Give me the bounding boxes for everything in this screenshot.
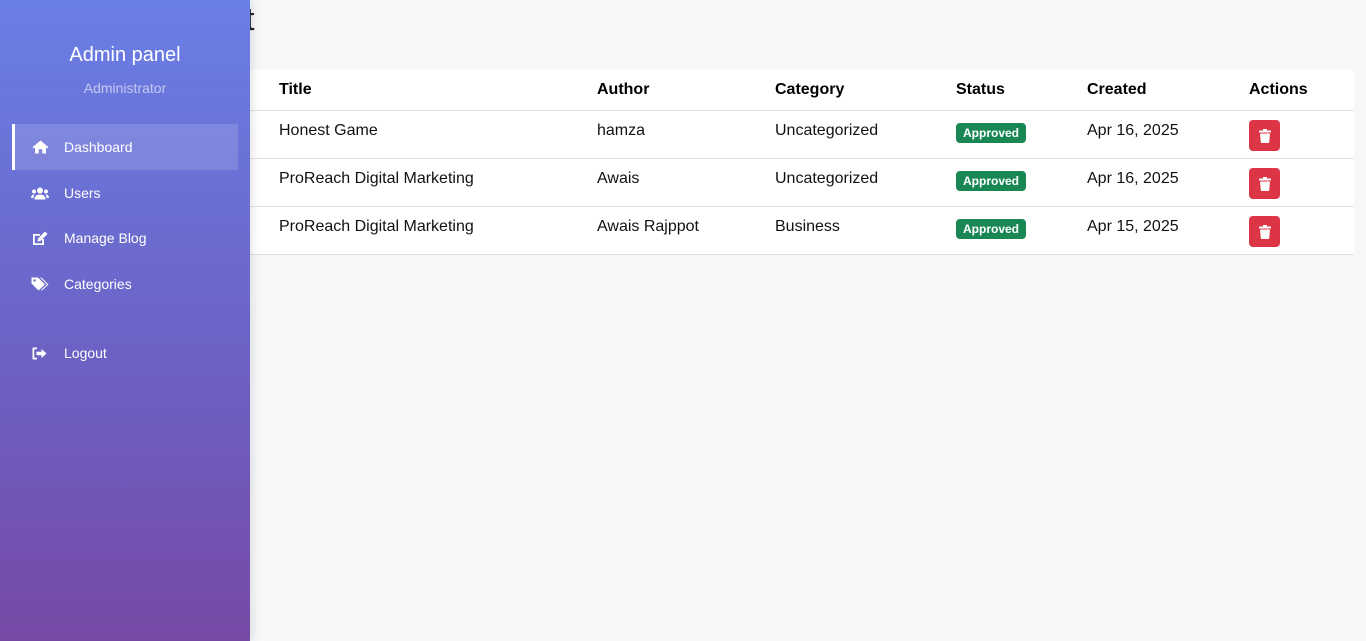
edit-icon <box>31 230 49 246</box>
sidebar-role: Administrator <box>83 80 167 96</box>
tags-icon <box>31 276 49 292</box>
status-badge: Approved <box>956 219 1027 239</box>
post-title-cell: Honest Game <box>250 110 581 159</box>
post-actions-cell <box>1233 158 1354 207</box>
trash-icon <box>1258 176 1271 191</box>
post-title: ProReach Digital Marketing <box>279 170 474 187</box>
column-header-category: Category <box>759 70 940 111</box>
sidebar-item-categories[interactable]: Categories <box>12 261 238 307</box>
post-created-date: Apr 15, 2025 <box>1087 218 1179 235</box>
post-author: Awais Rajppot <box>597 218 699 235</box>
sidebar-item-dashboard[interactable]: Dashboard <box>12 124 238 170</box>
post-author-cell: hamza <box>581 110 759 159</box>
sidebar-item-label: Users <box>64 185 101 201</box>
sidebar-item-users[interactable]: Users <box>12 170 238 216</box>
post-category: Uncategorized <box>775 122 879 139</box>
post-title-cell: ProReach Digital Marketing <box>250 158 581 207</box>
table-header-row: Title Author Category Status Created Act… <box>250 70 1354 111</box>
post-created-date: Apr 16, 2025 <box>1087 170 1179 187</box>
sidebar-item-manage-blog[interactable]: Manage Blog <box>12 215 238 261</box>
home-icon <box>31 139 49 155</box>
column-header-status: Status <box>940 70 1071 111</box>
post-category: Uncategorized <box>775 170 879 187</box>
post-category-cell: Uncategorized <box>759 158 940 207</box>
sidebar-item-label: Logout <box>64 345 107 361</box>
post-title: ProReach Digital Marketing <box>279 218 474 235</box>
post-actions-cell <box>1233 206 1354 255</box>
posts-table: Title Author Category Status Created Act… <box>250 70 1354 255</box>
post-created-cell: Apr 16, 2025 <box>1071 110 1233 159</box>
post-title: Honest Game <box>279 122 378 139</box>
delete-button[interactable] <box>1249 216 1280 247</box>
delete-button[interactable] <box>1249 168 1280 199</box>
post-author: Awais <box>597 170 640 187</box>
posts-table-container: Title Author Category Status Created Act… <box>250 70 1354 255</box>
status-badge: Approved <box>956 123 1027 143</box>
sidebar-item-label: Categories <box>64 276 132 292</box>
sidebar: Admin panel Administrator Dashboard User… <box>0 0 250 641</box>
logout-icon <box>31 345 49 361</box>
status-badge: Approved <box>956 171 1027 191</box>
trash-icon <box>1258 224 1271 239</box>
post-category: Business <box>775 218 840 235</box>
sidebar-item-label: Dashboard <box>64 139 133 155</box>
post-created-cell: Apr 16, 2025 <box>1071 158 1233 207</box>
post-author-cell: Awais Rajppot <box>581 206 759 255</box>
post-status-cell: Approved <box>940 110 1071 159</box>
post-created-cell: Apr 15, 2025 <box>1071 206 1233 255</box>
sidebar-item-label: Manage Blog <box>64 230 147 246</box>
post-actions-cell <box>1233 110 1354 159</box>
table-row: Honest Game hamza Uncategorized Approved… <box>250 110 1354 159</box>
post-author: hamza <box>597 122 646 139</box>
column-header-created: Created <box>1071 70 1233 111</box>
post-created-date: Apr 16, 2025 <box>1087 122 1179 139</box>
sidebar-item-logout[interactable]: Logout <box>12 330 238 376</box>
post-status-cell: Approved <box>940 206 1071 255</box>
sidebar-brand: Admin panel <box>69 44 181 66</box>
post-author-cell: Awais <box>581 158 759 207</box>
post-category-cell: Uncategorized <box>759 110 940 159</box>
post-category-cell: Business <box>759 206 940 255</box>
post-title-cell: ProReach Digital Marketing <box>250 206 581 255</box>
column-header-actions: Actions <box>1233 70 1354 111</box>
post-status-cell: Approved <box>940 158 1071 207</box>
table-row: ProReach Digital Marketing Awais Uncateg… <box>250 158 1354 207</box>
delete-button[interactable] <box>1249 120 1280 151</box>
trash-icon <box>1258 128 1271 143</box>
column-header-title: Title <box>250 70 581 111</box>
column-header-author: Author <box>581 70 759 111</box>
users-icon <box>31 185 49 201</box>
table-row: ProReach Digital Marketing Awais Rajppot… <box>250 206 1354 255</box>
